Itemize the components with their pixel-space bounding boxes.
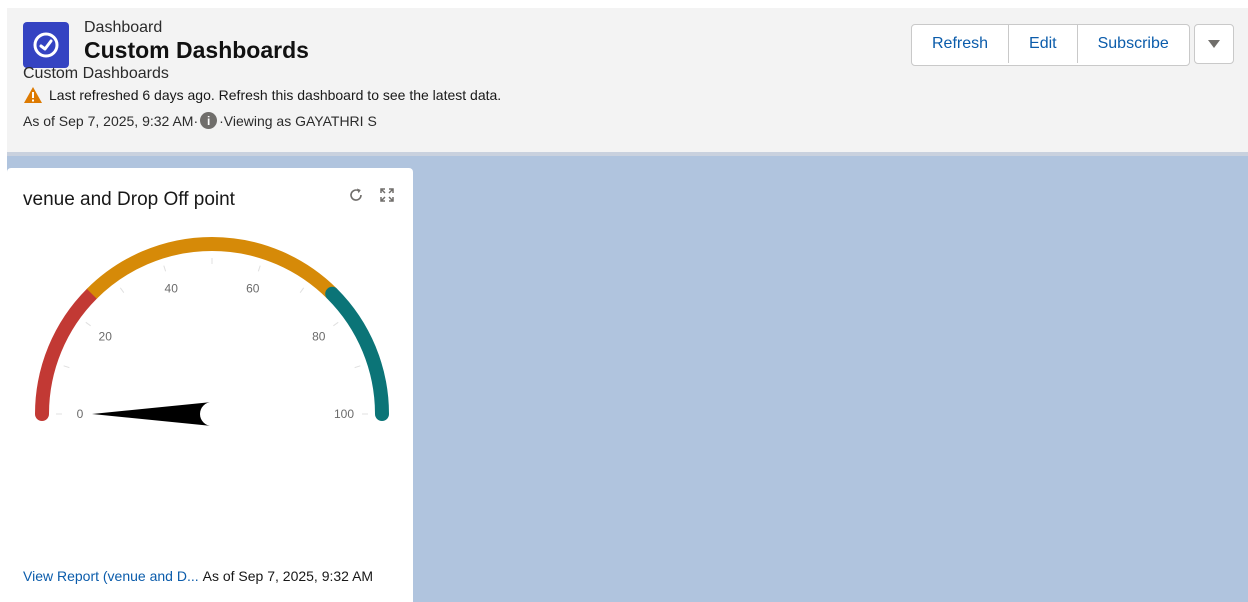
gauge-chart: 0 20 40 60 80 100 (35, 237, 389, 426)
warning-text: Last refreshed 6 days ago. Refresh this … (49, 87, 502, 103)
gauge-tick-label: 0 (77, 407, 84, 421)
gauge-tick-label: 100 (334, 407, 354, 421)
more-actions-button[interactable] (1194, 24, 1234, 64)
gauge-band-0 (35, 286, 99, 421)
refresh-button[interactable]: Refresh (912, 25, 1010, 63)
gauge-tick-label: 20 (99, 329, 113, 343)
dashboard-gauge-icon (23, 22, 69, 68)
widget-title: venue and Drop Off point (23, 189, 235, 210)
page-subtitle: Custom Dashboards (23, 65, 169, 82)
chevron-down-icon (1208, 40, 1220, 48)
expand-icon[interactable] (378, 186, 396, 204)
gauge-tick (163, 265, 167, 272)
refresh-widget-icon[interactable] (347, 186, 365, 204)
view-report-link[interactable]: View Report (venue and D... (23, 568, 199, 584)
dashboard-header: Dashboard Custom Dashboards Custom Dashb… (7, 8, 1248, 156)
edit-button[interactable]: Edit (1009, 25, 1078, 63)
as-of-timestamp: As of Sep 7, 2025, 9:32 AM· (23, 112, 199, 129)
widget-as-of: As of Sep 7, 2025, 9:32 AM (202, 568, 374, 584)
gauge-tick (257, 265, 261, 272)
gauge-tick-label: 80 (312, 329, 326, 343)
gauge-tick (299, 287, 305, 293)
gauge-tick (119, 287, 125, 293)
widget-footer: View Report (venue and D... As of Sep 7,… (23, 568, 373, 584)
gauge-needle (92, 402, 212, 426)
gauge-tick-label: 60 (246, 281, 260, 295)
gauge-band-1 (86, 237, 338, 299)
breadcrumb: Dashboard (84, 19, 163, 36)
dashboard-meta: As of Sep 7, 2025, 9:32 AM· i ·Viewing a… (23, 112, 377, 129)
gauge-tick-label: 40 (165, 281, 179, 295)
gauge-tick (354, 365, 361, 369)
subscribe-button[interactable]: Subscribe (1078, 25, 1189, 63)
info-icon[interactable]: i (200, 112, 218, 129)
refresh-warning: Last refreshed 6 days ago. Refresh this … (23, 86, 501, 104)
gauge-tick (85, 321, 91, 327)
gauge-band-2 (325, 286, 389, 421)
gauge-tick (333, 321, 339, 327)
gauge-widget: venue and Drop Off point 0 20 40 60 80 100 Vi… (7, 168, 413, 602)
header-button-group: Refresh Edit Subscribe (911, 24, 1190, 66)
warning-icon (23, 86, 43, 104)
viewing-as: ·Viewing as GAYATHRI S (219, 112, 377, 129)
gauge-tick (63, 365, 70, 369)
page-title: Custom Dashboards (84, 37, 309, 63)
